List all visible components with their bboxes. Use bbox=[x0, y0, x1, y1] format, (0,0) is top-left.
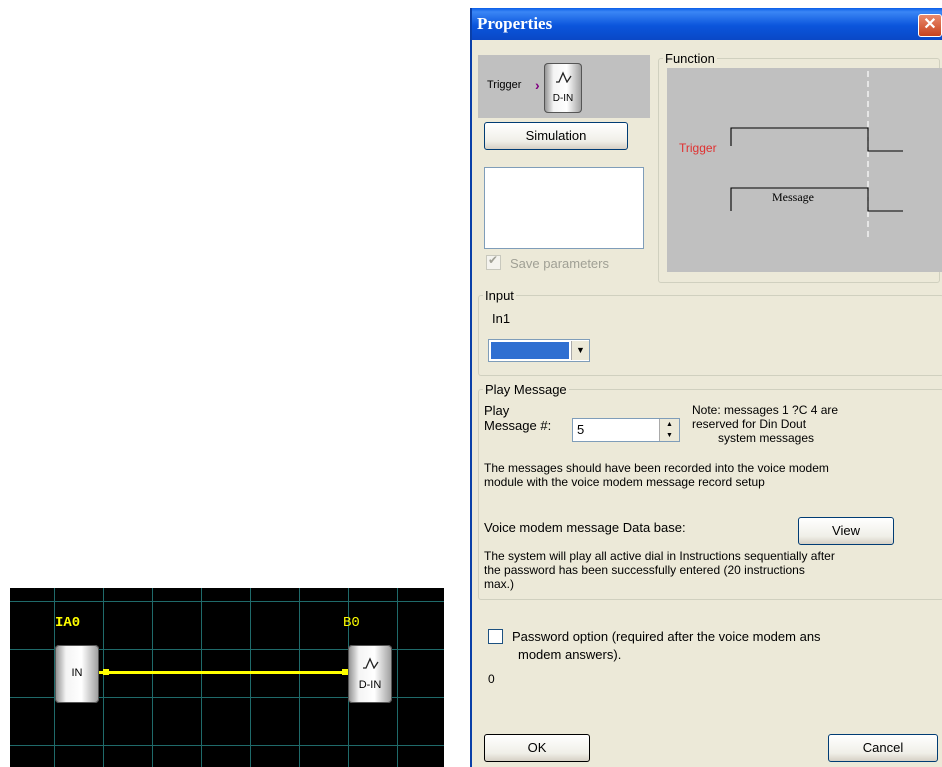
close-icon[interactable]: ✕ bbox=[918, 14, 942, 37]
password-option-label: Password option (required after the voic… bbox=[512, 629, 821, 644]
input-group: Input bbox=[478, 288, 942, 376]
recording-info: The messages should have been recorded i… bbox=[484, 461, 829, 489]
input-name: In1 bbox=[492, 311, 511, 326]
play-message-legend: Play Message bbox=[485, 382, 567, 397]
function-legend: Function bbox=[665, 51, 715, 66]
password-option-label-cont: modem answers). bbox=[518, 647, 622, 662]
note-line: Note: messages 1 ?C 4 are bbox=[692, 403, 839, 417]
timing-diagram bbox=[730, 71, 903, 238]
function-diagram: Trigger Message bbox=[667, 68, 942, 272]
preview-block-label: D-IN bbox=[552, 93, 574, 104]
system-info: The system will play all active dial in … bbox=[484, 549, 835, 591]
simulation-button[interactable]: Simulation bbox=[484, 122, 628, 150]
note-line: system messages bbox=[718, 431, 815, 445]
spinner-up-icon[interactable]: ▲ bbox=[659, 419, 679, 430]
save-parameters-checkbox[interactable]: ✔ bbox=[486, 253, 501, 270]
ok-button[interactable]: OK bbox=[484, 734, 590, 762]
system-line: max.) bbox=[484, 577, 514, 591]
input-legend: Input bbox=[485, 288, 514, 303]
block-preview: Trigger › D-IN bbox=[478, 55, 650, 118]
output-block-title: B0 bbox=[343, 615, 360, 631]
database-label: Voice modem message Data base: bbox=[484, 520, 686, 535]
info-line: module with the voice modem message reco… bbox=[484, 475, 765, 489]
spinner-down-icon[interactable]: ▼ bbox=[659, 430, 679, 441]
selected-color-swatch bbox=[491, 342, 569, 359]
message-number-value: 5 bbox=[577, 422, 585, 437]
input-block[interactable]: IN bbox=[55, 645, 99, 703]
password-value: 0 bbox=[488, 672, 495, 686]
view-database-button[interactable]: View bbox=[798, 517, 894, 545]
output-block[interactable]: D-IN bbox=[348, 645, 392, 703]
system-line: The system will play all active dial in … bbox=[484, 549, 835, 563]
trigger-arrow-icon: › bbox=[535, 77, 540, 93]
connection-wire[interactable] bbox=[99, 671, 349, 674]
message-note: Note: messages 1 ?C 4 are reserved for D… bbox=[692, 403, 838, 445]
output-block-label: D-IN bbox=[358, 679, 382, 691]
chevron-down-icon[interactable]: ▼ bbox=[571, 341, 589, 360]
note-line: reserved for Din Dout bbox=[692, 417, 807, 431]
dialog-title: Properties bbox=[477, 14, 553, 33]
comment-textbox[interactable] bbox=[484, 167, 644, 249]
message-number-label: Message #: bbox=[484, 418, 552, 433]
play-label: Play bbox=[484, 403, 510, 418]
system-line: the password has been successfully enter… bbox=[484, 563, 805, 577]
checkmark-icon: ✔ bbox=[488, 253, 499, 267]
password-option-checkbox[interactable] bbox=[488, 629, 503, 644]
pulse-wave-icon bbox=[556, 71, 572, 83]
preview-block: D-IN bbox=[544, 63, 582, 113]
input-block-label: IN bbox=[71, 667, 83, 679]
title-bar[interactable]: Properties ✕ bbox=[472, 8, 942, 40]
function-trigger-label: Trigger bbox=[679, 141, 717, 155]
message-number-spinner[interactable]: 5 ▲ ▼ bbox=[572, 418, 680, 442]
preview-trigger-label: Trigger bbox=[487, 79, 522, 91]
info-line: The messages should have been recorded i… bbox=[484, 461, 829, 475]
input-color-select[interactable]: ▼ bbox=[488, 339, 590, 362]
cancel-button[interactable]: Cancel bbox=[828, 734, 938, 762]
logic-canvas[interactable]: IA0 B0 IN D-IN bbox=[10, 588, 444, 767]
function-message-label: Message bbox=[772, 190, 814, 204]
input-block-title: IA0 bbox=[55, 615, 81, 631]
wire-endpoint bbox=[103, 669, 109, 675]
pulse-wave-icon bbox=[363, 657, 379, 669]
properties-dialog: Properties ✕ Trigger › D-IN Simulation ✔… bbox=[470, 8, 942, 767]
save-parameters-label: Save parameters bbox=[510, 256, 609, 271]
